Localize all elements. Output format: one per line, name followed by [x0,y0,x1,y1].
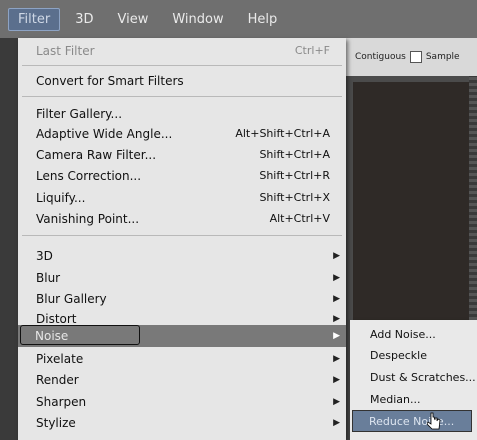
menu-item-camera-raw-filter[interactable]: Camera Raw Filter... Shift+Ctrl+A [18,144,346,166]
menu-3d[interactable]: 3D [66,9,102,30]
canvas-image [353,82,477,322]
menu-item-last-filter: Last Filter Ctrl+F [36,44,330,58]
submenu-arrow-icon: ▶ [333,331,340,341]
menu-item-pixelate[interactable]: Pixelate ▶ [18,348,346,370]
options-bar: Contiguous Sample [345,38,477,76]
noise-submenu: Add Noise... Despeckle Dust & Scratches.… [350,320,477,440]
submenu-item-add-noise[interactable]: Add Noise... [350,324,477,346]
menu-filter[interactable]: Filter [8,7,61,31]
sample-checkbox[interactable] [409,51,422,63]
mouse-cursor-icon [427,412,441,430]
menu-item-vanishing-point[interactable]: Vanishing Point... Alt+Ctrl+V [18,208,346,230]
menu-item-adaptive-wide-angle[interactable]: Adaptive Wide Angle... Alt+Shift+Ctrl+A [18,123,346,145]
menu-separator [22,96,342,97]
submenu-item-reduce-noise[interactable]: Reduce Noise... [352,410,472,432]
menu-window[interactable]: Window [163,9,232,30]
filter-menu: Last Filter Ctrl+F Convert for Smart Fil… [18,38,346,440]
submenu-arrow-icon: ▶ [333,273,340,283]
menu-item-blur-gallery[interactable]: Blur Gallery ▶ [18,288,346,310]
menu-item-lens-correction[interactable]: Lens Correction... Shift+Ctrl+R [18,165,346,187]
submenu-item-despeckle[interactable]: Despeckle [350,345,477,367]
menu-item-stylize[interactable]: Stylize ▶ [18,412,346,434]
menu-separator [22,235,342,236]
submenu-arrow-icon: ▶ [333,418,340,428]
submenu-arrow-icon: ▶ [333,354,340,364]
menu-separator [22,65,342,66]
menu-item-liquify[interactable]: Liquify... Shift+Ctrl+X [18,187,346,209]
menu-item-convert-smart-filters[interactable]: Convert for Smart Filters [18,70,346,92]
menu-item-sharpen[interactable]: Sharpen ▶ [18,391,346,413]
submenu-item-median[interactable]: Median... [350,389,477,411]
menu-bar: Filter 3D View Window Help [0,0,477,38]
submenu-arrow-icon: ▶ [333,294,340,304]
submenu-item-dust-scratches[interactable]: Dust & Scratches... [350,367,477,389]
menu-item-render[interactable]: Render ▶ [18,369,346,391]
contiguous-label: Contiguous [355,52,406,62]
menu-item-filter-gallery[interactable]: Filter Gallery... [18,103,346,125]
menu-view[interactable]: View [108,9,157,30]
sample-label: Sample [425,52,460,62]
submenu-arrow-icon: ▶ [333,251,340,261]
menu-item-blur[interactable]: Blur ▶ [18,267,346,289]
submenu-arrow-icon: ▶ [333,375,340,385]
submenu-arrow-icon: ▶ [333,397,340,407]
menu-item-3d[interactable]: 3D ▶ [18,245,346,267]
menu-help[interactable]: Help [239,9,287,30]
menu-item-noise[interactable]: Noise ▶ [18,325,346,347]
